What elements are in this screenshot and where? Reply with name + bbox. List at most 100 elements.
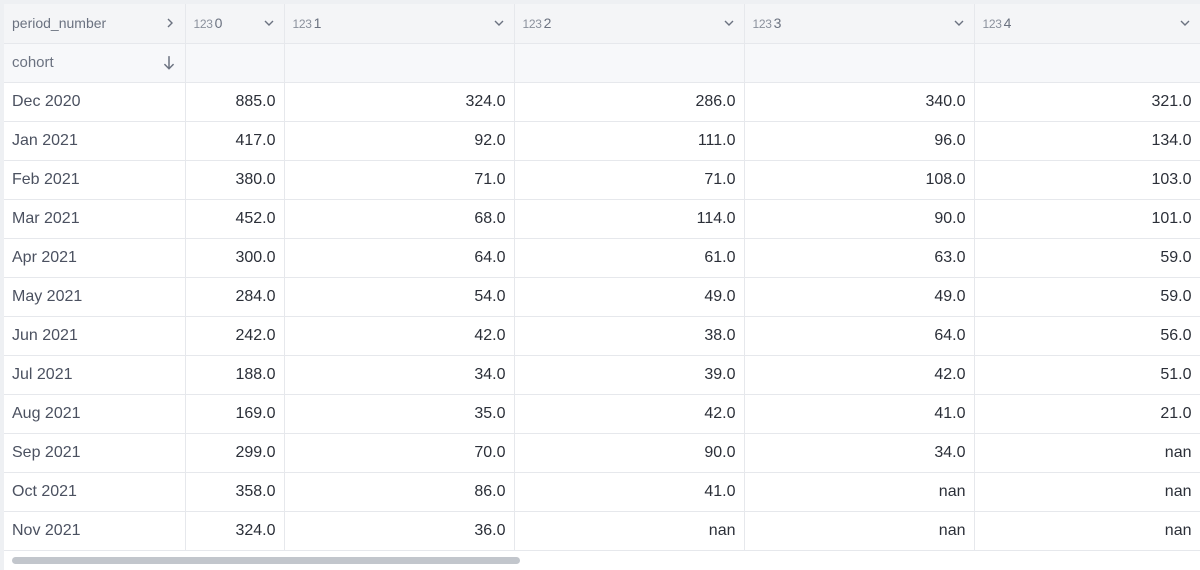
number-type-icon: 123 [522, 16, 542, 31]
column-header-4[interactable]: 123 4 [974, 4, 1200, 44]
value-cell[interactable]: 188.0 [185, 355, 285, 395]
value-cell[interactable]: 324.0 [284, 82, 515, 122]
value-cell[interactable]: 64.0 [744, 316, 975, 356]
value-cell[interactable]: 417.0 [185, 121, 285, 161]
column-label: 3 [773, 14, 782, 31]
value-cell[interactable]: 340.0 [744, 82, 975, 122]
value-cell[interactable]: 885.0 [185, 82, 285, 122]
chevron-down-icon[interactable] [722, 16, 736, 30]
data-grid: period_number 123 0 123 1 123 2 123 3 12… [0, 0, 1200, 570]
value-cell[interactable]: 380.0 [185, 160, 285, 200]
value-cell[interactable]: 42.0 [744, 355, 975, 395]
value-cell[interactable]: 34.0 [284, 355, 515, 395]
table-row: Feb 2021 380.0 71.0 71.0 108.0 103.0 [4, 160, 1200, 200]
cohort-cell[interactable]: Mar 2021 [4, 199, 186, 239]
value-cell[interactable]: 71.0 [284, 160, 515, 200]
cohort-cell[interactable]: Jan 2021 [4, 121, 186, 161]
table-row: May 2021 284.0 54.0 49.0 49.0 59.0 [4, 277, 1200, 317]
value-cell[interactable]: nan [744, 511, 975, 551]
value-cell[interactable]: 92.0 [284, 121, 515, 161]
value-cell[interactable]: 59.0 [974, 277, 1200, 317]
value-cell[interactable]: nan [974, 433, 1200, 473]
value-cell[interactable]: 54.0 [284, 277, 515, 317]
value-cell[interactable]: 68.0 [284, 199, 515, 239]
value-cell[interactable]: 41.0 [744, 394, 975, 434]
chevron-down-icon[interactable] [952, 16, 966, 30]
arrow-down-icon[interactable] [161, 55, 177, 71]
value-cell[interactable]: 39.0 [514, 355, 745, 395]
cohort-cell[interactable]: Oct 2021 [4, 472, 186, 512]
value-cell[interactable]: 41.0 [514, 472, 745, 512]
chevron-down-icon[interactable] [1178, 16, 1192, 30]
value-cell[interactable]: 56.0 [974, 316, 1200, 356]
value-cell[interactable]: 103.0 [974, 160, 1200, 200]
value-cell[interactable]: 111.0 [514, 121, 745, 161]
cohort-cell[interactable]: Apr 2021 [4, 238, 186, 278]
value-cell[interactable]: 324.0 [185, 511, 285, 551]
column-header-2[interactable]: 123 2 [514, 4, 745, 44]
cohort-cell[interactable]: Dec 2020 [4, 82, 186, 122]
value-cell[interactable]: 101.0 [974, 199, 1200, 239]
value-cell[interactable]: 49.0 [514, 277, 745, 317]
value-cell[interactable]: 64.0 [284, 238, 515, 278]
cohort-cell[interactable]: Jun 2021 [4, 316, 186, 356]
index-name-row: cohort [4, 43, 1200, 83]
value-cell[interactable]: 61.0 [514, 238, 745, 278]
value-cell[interactable]: 63.0 [744, 238, 975, 278]
value-cell[interactable]: 96.0 [744, 121, 975, 161]
column-header-0[interactable]: 123 0 [185, 4, 285, 44]
value-cell[interactable]: 452.0 [185, 199, 285, 239]
value-cell[interactable]: 108.0 [744, 160, 975, 200]
column-header-3[interactable]: 123 3 [744, 4, 975, 44]
value-cell[interactable]: 286.0 [514, 82, 745, 122]
value-cell[interactable]: 42.0 [284, 316, 515, 356]
value-cell[interactable]: 36.0 [284, 511, 515, 551]
value-cell[interactable]: 42.0 [514, 394, 745, 434]
cohort-cell[interactable]: Jul 2021 [4, 355, 186, 395]
cohort-cell[interactable]: Aug 2021 [4, 394, 186, 434]
chevron-down-icon[interactable] [262, 16, 276, 30]
value-cell[interactable]: nan [974, 472, 1200, 512]
empty-cell [744, 43, 975, 83]
value-cell[interactable]: 90.0 [514, 433, 745, 473]
value-cell[interactable]: 284.0 [185, 277, 285, 317]
table-row: Nov 2021 324.0 36.0 nan nan nan [4, 511, 1200, 551]
value-cell[interactable]: nan [514, 511, 745, 551]
value-cell[interactable]: 86.0 [284, 472, 515, 512]
cohort-cell[interactable]: Sep 2021 [4, 433, 186, 473]
horizontal-scrollbar[interactable] [8, 555, 1200, 567]
number-type-icon: 123 [193, 16, 213, 31]
number-type-icon: 123 [982, 16, 1002, 31]
value-cell[interactable]: 114.0 [514, 199, 745, 239]
value-cell[interactable]: 300.0 [185, 238, 285, 278]
value-cell[interactable]: nan [744, 472, 975, 512]
cohort-cell[interactable]: Feb 2021 [4, 160, 186, 200]
value-cell[interactable]: 299.0 [185, 433, 285, 473]
value-cell[interactable]: 59.0 [974, 238, 1200, 278]
value-cell[interactable]: 51.0 [974, 355, 1200, 395]
scrollbar-thumb[interactable] [12, 557, 520, 564]
value-cell[interactable]: 242.0 [185, 316, 285, 356]
value-cell[interactable]: 35.0 [284, 394, 515, 434]
value-cell[interactable]: 38.0 [514, 316, 745, 356]
value-cell[interactable]: 134.0 [974, 121, 1200, 161]
value-cell[interactable]: 71.0 [514, 160, 745, 200]
value-cell[interactable]: 70.0 [284, 433, 515, 473]
value-cell[interactable]: nan [974, 511, 1200, 551]
chevron-right-icon[interactable] [163, 16, 177, 30]
value-cell[interactable]: 169.0 [185, 394, 285, 434]
value-cell[interactable]: 49.0 [744, 277, 975, 317]
number-type-icon: 123 [752, 16, 772, 31]
chevron-down-icon[interactable] [492, 16, 506, 30]
value-cell[interactable]: 358.0 [185, 472, 285, 512]
index-name-cell[interactable]: cohort [4, 43, 186, 83]
value-cell[interactable]: 90.0 [744, 199, 975, 239]
index-column-label: period_number [12, 15, 107, 32]
value-cell[interactable]: 321.0 [974, 82, 1200, 122]
column-header-1[interactable]: 123 1 [284, 4, 515, 44]
cohort-cell[interactable]: Nov 2021 [4, 511, 186, 551]
value-cell[interactable]: 34.0 [744, 433, 975, 473]
cohort-cell[interactable]: May 2021 [4, 277, 186, 317]
value-cell[interactable]: 21.0 [974, 394, 1200, 434]
index-column-header[interactable]: period_number [4, 4, 186, 44]
